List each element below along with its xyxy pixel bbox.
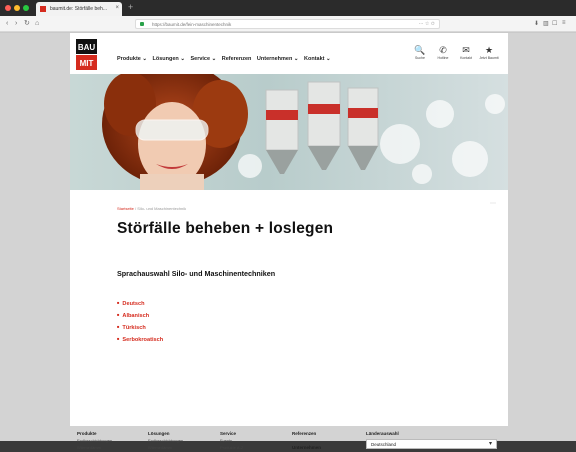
breadcrumb-current: / Silo- und Maschinentechnik — [133, 206, 187, 211]
close-tab-icon[interactable]: × — [115, 5, 119, 11]
home-icon[interactable]: ⌂ — [35, 19, 39, 28]
footer-heading[interactable]: Produkte — [77, 431, 112, 438]
footer-link[interactable]: Endbeschichtungen — [77, 438, 112, 445]
tab-bar: baumit.de: Störfälle beh... × + — [0, 0, 576, 16]
country-select-label: Länderauswahl — [366, 431, 399, 436]
footer-column-service: Service Events Produkte A-Z — [220, 431, 243, 452]
nav-referenzen[interactable]: Referenzen — [222, 56, 252, 62]
footer-link[interactable]: Wärmedämm — [77, 445, 112, 452]
nav-service[interactable]: Service ⌄ — [190, 56, 216, 62]
menu-icon[interactable]: ≡ — [562, 20, 566, 26]
address-bar[interactable]: https://baumit.de/fein-maschinentechnik … — [135, 19, 440, 29]
chevron-down-icon: ▾ — [488, 441, 492, 447]
main-navigation: Produkte ⌄ Lösungen ⌄ Service ⌄ Referenz… — [117, 56, 335, 62]
envelope-icon: ✉ — [462, 45, 470, 55]
page-actions-icon[interactable]: ··· ☆ ✩ — [419, 21, 435, 27]
favicon-icon — [40, 6, 46, 12]
hotline-button[interactable]: ✆ Hotline — [432, 45, 454, 60]
close-window-icon[interactable] — [5, 5, 11, 11]
breadcrumb-home-link[interactable]: Startseite — [117, 206, 134, 211]
footer-heading[interactable]: Referenzen — [292, 431, 321, 438]
lock-icon — [140, 22, 144, 26]
baumit-logo[interactable]: BAU MIT — [76, 39, 97, 70]
phone-icon: ✆ — [439, 45, 447, 55]
share-icon[interactable]: ⋯ — [490, 200, 496, 207]
library-icon[interactable]: ▥ — [543, 20, 549, 27]
minimize-window-icon[interactable] — [14, 5, 20, 11]
jetzt-baumit-label: Jetzt Baumit — [479, 56, 499, 60]
jetzt-baumit-button[interactable]: ★ Jetzt Baumit — [478, 45, 500, 60]
contact-button[interactable]: ✉ Kontakt — [455, 45, 477, 60]
footer-link[interactable]: Events — [220, 438, 243, 445]
language-link-deutsch[interactable]: Deutsch — [117, 297, 163, 309]
search-button[interactable]: 🔍 Suche — [409, 45, 431, 60]
language-link-albanisch[interactable]: Albanisch — [117, 309, 163, 321]
footer-heading[interactable]: Lösungen — [148, 431, 183, 438]
zoom-window-icon[interactable] — [23, 5, 29, 11]
footer-heading[interactable]: Unternehmen — [292, 445, 321, 452]
main-content: ⋯ Startseite / Silo- und Maschinentechni… — [70, 190, 508, 426]
nav-produkte[interactable]: Produkte ⌄ — [117, 56, 147, 62]
reload-icon[interactable]: ↻ — [24, 19, 30, 28]
search-icon: 🔍 — [414, 45, 426, 55]
browser-window: baumit.de: Störfälle beh... × + ‹ › ↻ ⌂ … — [0, 0, 576, 450]
site-header: BAU MIT Produkte ⌄ Lösungen ⌄ Service ⌄ … — [70, 33, 508, 74]
navigation-bar: ‹ › ↻ ⌂ https://baumit.de/fein-maschinen… — [0, 16, 576, 32]
section-subtitle: Sprachauswahl Silo- und Maschinentechnik… — [117, 269, 276, 278]
footer-link[interactable] — [292, 438, 321, 445]
site-footer: Produkte Endbeschichtungen Wärmedämm Lös… — [70, 426, 508, 450]
language-link-serbokroatisch[interactable]: Serbokroatisch — [117, 333, 163, 345]
logo-text-top: BAU — [78, 43, 96, 52]
hero-banner-image — [70, 74, 508, 190]
back-icon[interactable]: ‹ — [6, 19, 8, 28]
footer-link[interactable]: Wärmedämm — [148, 445, 183, 452]
language-link-tuerkisch[interactable]: Türkisch — [117, 321, 163, 333]
page-viewport: BAU MIT Produkte ⌄ Lösungen ⌄ Service ⌄ … — [0, 33, 576, 450]
footer-link[interactable]: Produkte A-Z — [220, 445, 243, 452]
tab-title: baumit.de: Störfälle beh... — [50, 6, 107, 12]
sidebar-icon[interactable]: ☐ — [552, 20, 557, 27]
breadcrumb: Startseite / Silo- und Maschinentechnik — [117, 206, 186, 211]
footer-column-loesungen: Lösungen Endbeschichtungen Wärmedämm — [148, 431, 183, 452]
footer-column-referenzen: Referenzen Unternehmen — [292, 431, 321, 452]
contact-label: Kontakt — [460, 56, 472, 60]
language-list: Deutsch Albanisch Türkisch Serbokroatisc… — [117, 297, 163, 345]
url-text: https://baumit.de/fein-maschinentechnik — [152, 22, 232, 27]
nav-loesungen[interactable]: Lösungen ⌄ — [153, 56, 185, 62]
new-tab-button[interactable]: + — [128, 2, 133, 12]
footer-link[interactable]: Endbeschichtungen — [148, 438, 183, 445]
browser-tab[interactable]: baumit.de: Störfälle beh... × — [36, 2, 122, 16]
footer-column-produkte: Produkte Endbeschichtungen Wärmedämm — [77, 431, 112, 452]
hotline-label: Hotline — [437, 56, 449, 60]
page-title: Störfälle beheben + loslegen — [117, 220, 334, 237]
logo-text-bottom: MIT — [80, 59, 94, 68]
footer-heading[interactable]: Service — [220, 431, 243, 438]
search-label: Suche — [415, 56, 425, 60]
country-select-value: Deutschland — [371, 442, 397, 447]
nav-kontakt[interactable]: Kontakt ⌄ — [304, 56, 331, 62]
star-icon: ★ — [484, 45, 494, 55]
downloads-icon[interactable]: ⬇ — [534, 20, 539, 27]
nav-unternehmen[interactable]: Unternehmen ⌄ — [257, 56, 299, 62]
forward-icon[interactable]: › — [15, 19, 17, 28]
